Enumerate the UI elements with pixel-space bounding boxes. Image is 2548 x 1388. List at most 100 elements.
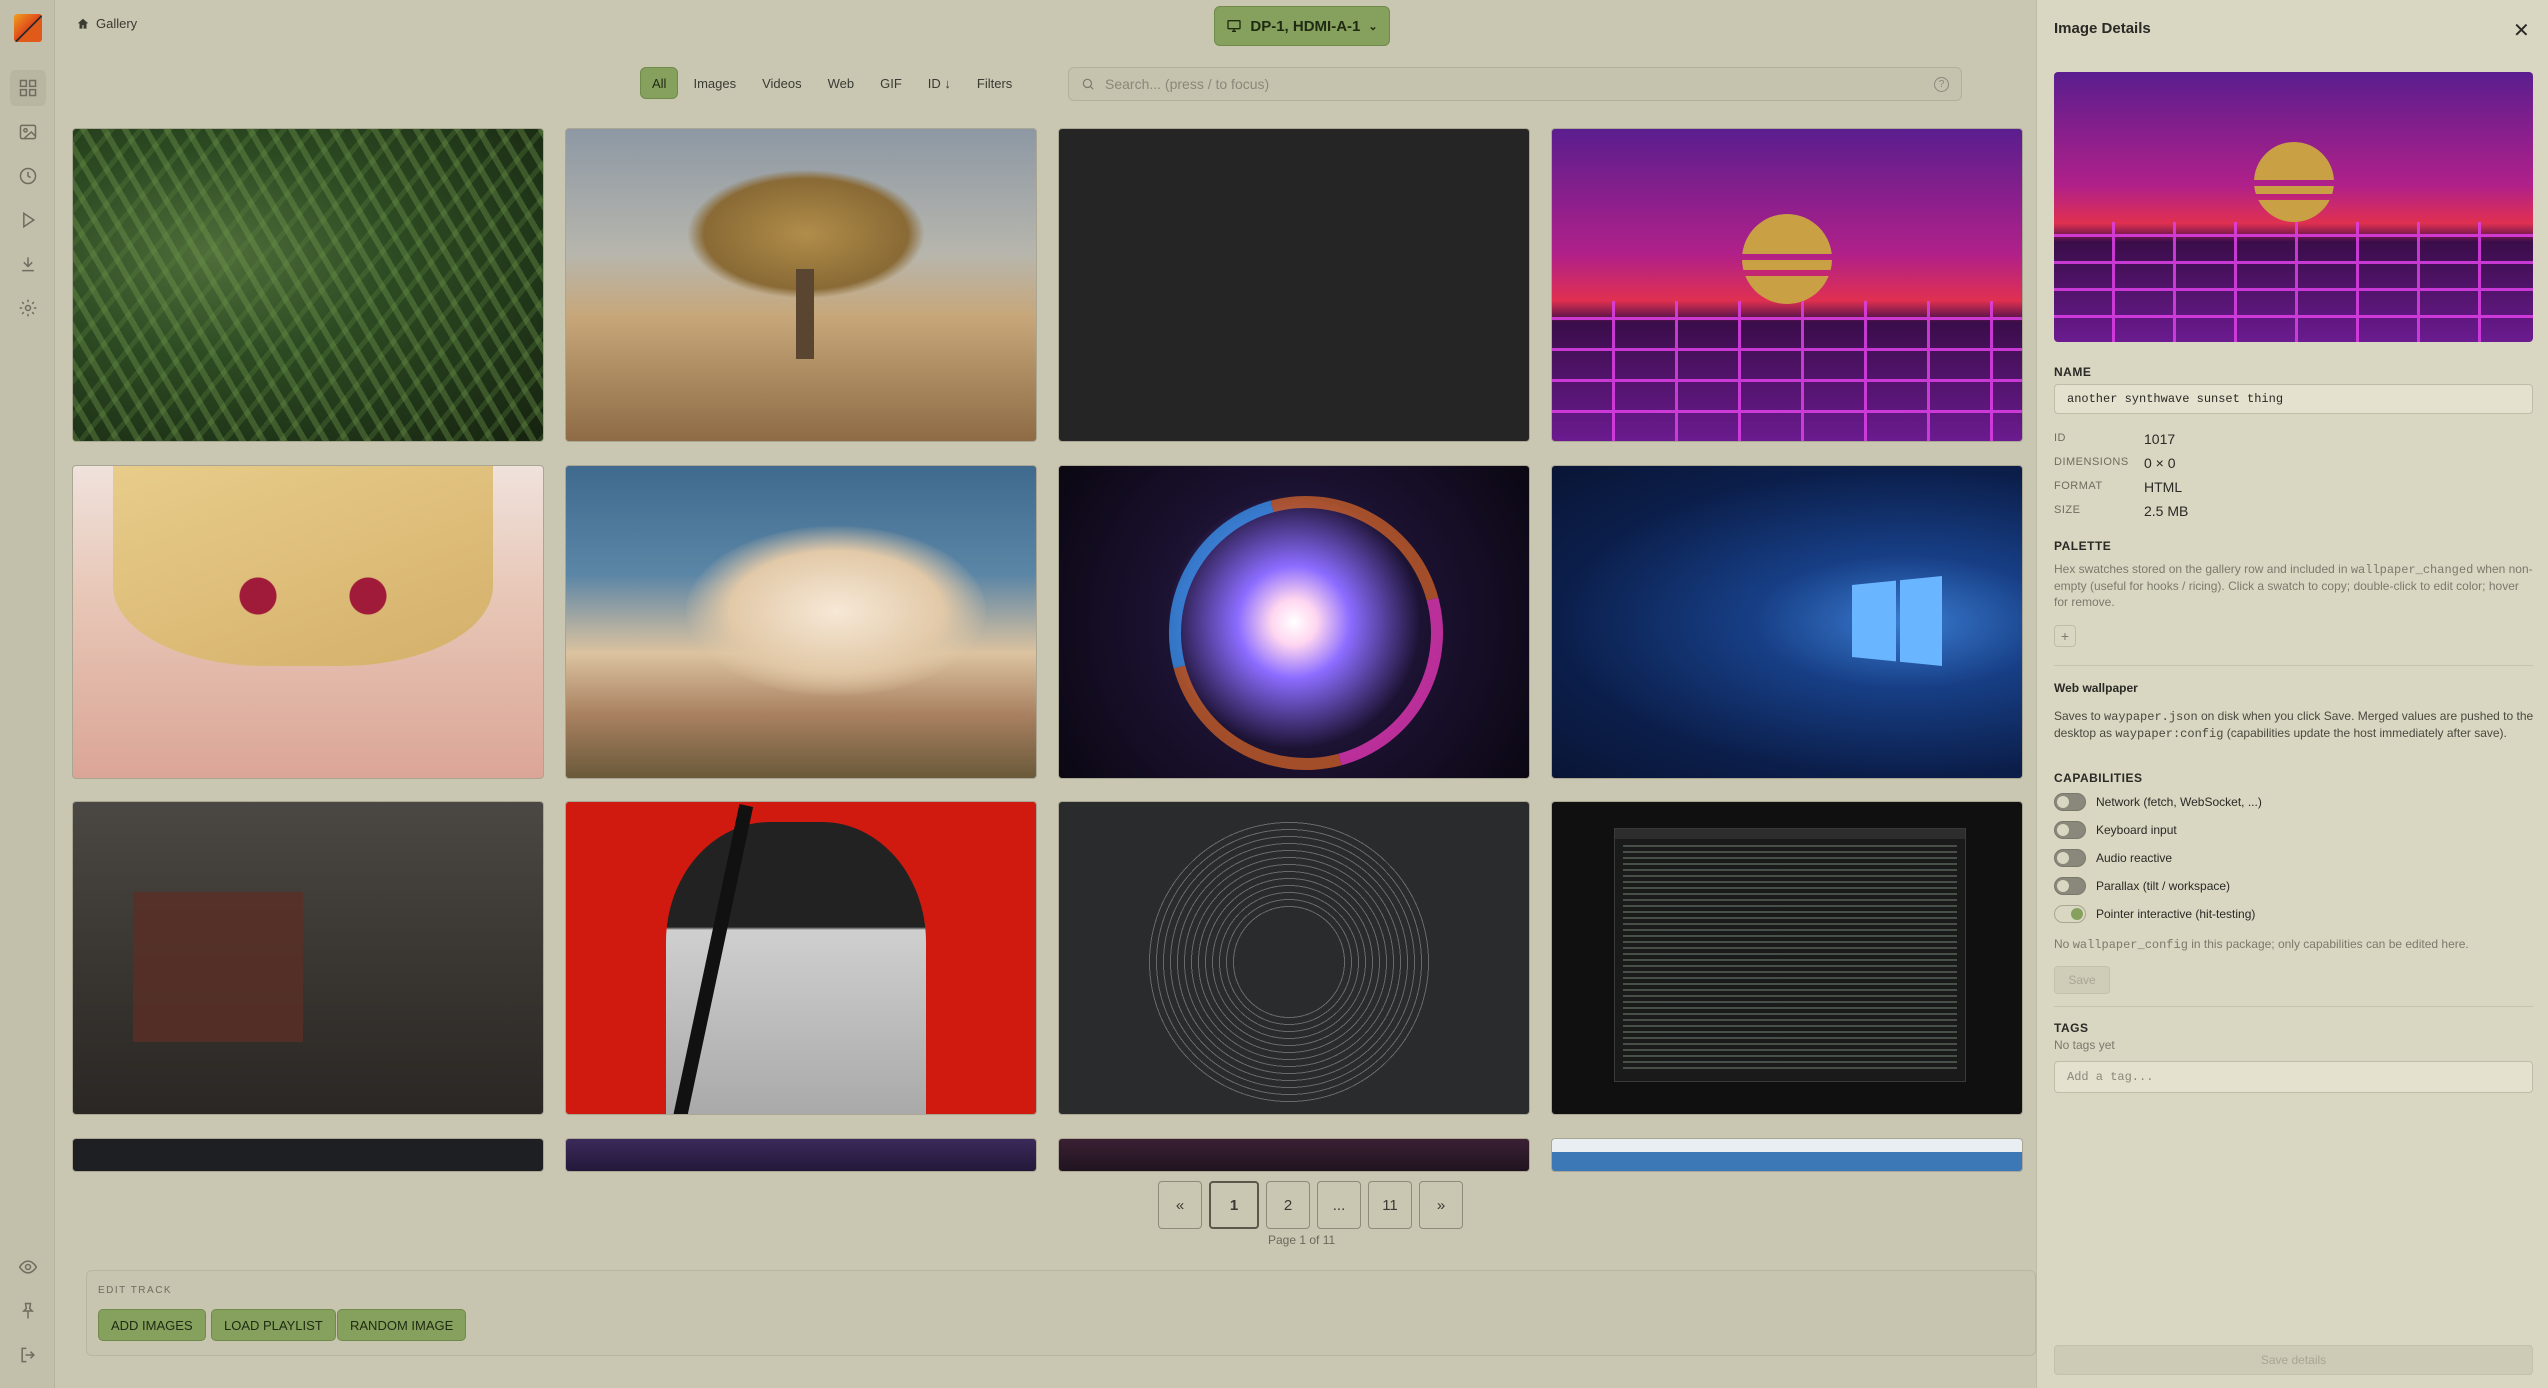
image-preview [2054, 72, 2533, 342]
nav-logout-button[interactable] [10, 1337, 46, 1373]
capability-pointer[interactable]: Pointer interactive (hit-testing) [2054, 905, 2255, 923]
close-icon[interactable]: ✕ [2513, 18, 2530, 43]
filters-button[interactable]: Filters [966, 67, 1023, 99]
grid-icon [19, 79, 37, 97]
capability-keyboard[interactable]: Keyboard input [2054, 821, 2177, 839]
gallery-tile[interactable] [72, 465, 544, 779]
grid-graphic [1552, 301, 2022, 441]
nav-download-button[interactable] [10, 246, 46, 282]
nav-preview-button[interactable] [10, 1249, 46, 1285]
divider [2054, 1006, 2533, 1007]
page-info: Page 1 of 11 [1268, 1233, 1336, 1247]
gallery-tile[interactable] [1551, 128, 2023, 442]
add-images-button[interactable]: ADD IMAGES [98, 1309, 206, 1341]
download-icon [22, 257, 34, 272]
toggle-switch[interactable] [2054, 905, 2086, 923]
tags-empty-text: No tags yet [2054, 1038, 2115, 1052]
add-swatch-button[interactable]: + [2054, 625, 2076, 647]
gallery-tile[interactable] [565, 465, 1037, 779]
gallery-tile[interactable] [1058, 465, 1530, 779]
filter-all[interactable]: All [640, 67, 679, 99]
panel-title: Image Details [2054, 20, 2151, 37]
load-playlist-button[interactable]: LOAD PLAYLIST [211, 1309, 336, 1341]
capability-label: Network (fetch, WebSocket, ...) [2096, 795, 2262, 809]
toggle-switch[interactable] [2054, 821, 2086, 839]
sort-id[interactable]: ID ↓ [917, 67, 962, 99]
dimensions-value: 0 × 0 [2144, 455, 2176, 471]
tag-input[interactable] [2054, 1061, 2533, 1093]
toggle-switch[interactable] [2054, 877, 2086, 895]
gallery-tile[interactable] [1058, 801, 1530, 1115]
size-value: 2.5 MB [2144, 503, 2189, 519]
gallery-tile[interactable] [72, 128, 544, 442]
format-value: HTML [2144, 479, 2183, 495]
gallery-tile[interactable] [1058, 128, 1530, 442]
gallery-tile[interactable] [72, 801, 544, 1115]
random-image-button[interactable]: RANDOM IMAGE [337, 1309, 467, 1341]
edit-track-label: EDIT TRACK [98, 1285, 173, 1296]
gallery-tile[interactable] [565, 128, 1037, 442]
toggle-switch[interactable] [2054, 849, 2086, 867]
edit-track-bar: EDIT TRACK ADD IMAGES LOAD PLAYLIST RAND… [86, 1270, 2036, 1356]
brush-stroke-graphic [672, 804, 754, 1114]
filter-web[interactable]: Web [817, 67, 866, 99]
gallery-tile[interactable] [1551, 465, 2023, 779]
sun-graphic [2254, 142, 2334, 222]
tags-label: TAGS [2054, 1021, 2089, 1035]
web-wallpaper-title: Web wallpaper [2054, 681, 2138, 695]
capability-audio[interactable]: Audio reactive [2054, 849, 2172, 867]
image-icon [19, 124, 37, 140]
gear-icon [19, 299, 37, 317]
filter-images[interactable]: Images [682, 67, 747, 99]
breadcrumb-label: Gallery [96, 16, 138, 31]
home-icon [77, 18, 89, 29]
next-page-button[interactable]: » [1419, 1181, 1463, 1229]
nav-settings-button[interactable] [10, 290, 46, 326]
capability-label: Parallax (tilt / workspace) [2096, 879, 2231, 893]
palette-label: PALETTE [2054, 539, 2112, 553]
gallery-tile[interactable] [72, 1138, 544, 1172]
nav-playlist-button[interactable] [10, 202, 46, 238]
help-icon[interactable]: ? [1934, 76, 1949, 92]
filter-bar: All Images Videos Web GIF ID ↓ Filters [640, 67, 1023, 99]
web-wallpaper-description: Saves to waypaper.json on disk when you … [2054, 709, 2534, 741]
filter-gif[interactable]: GIF [869, 67, 913, 99]
config-note: No wallpaper_config in this package; onl… [2054, 937, 2469, 952]
toggle-switch[interactable] [2054, 793, 2086, 811]
logout-icon [21, 1347, 35, 1363]
app-logo [14, 14, 42, 42]
capabilities-label: CAPABILITIES [2054, 771, 2143, 785]
page-button-2[interactable]: 2 [1266, 1181, 1310, 1229]
name-field[interactable] [2054, 384, 2533, 414]
size-key: SIZE [2054, 504, 2081, 516]
gallery-tile[interactable] [565, 801, 1037, 1115]
prev-page-button[interactable]: « [1158, 1181, 1202, 1229]
capability-label: Audio reactive [2096, 851, 2173, 865]
pagination: « 1 2 ... 11 » [1158, 1181, 1463, 1229]
gallery-tile[interactable] [1551, 1138, 2023, 1172]
capability-label: Keyboard input [2096, 823, 2177, 837]
search-input[interactable] [1105, 76, 1924, 92]
filter-videos[interactable]: Videos [751, 67, 813, 99]
breadcrumb[interactable]: Gallery [76, 16, 137, 31]
play-icon [23, 211, 36, 229]
page-button-11[interactable]: 11 [1368, 1181, 1412, 1229]
save-button[interactable]: Save [2054, 966, 2110, 994]
monitor-selector-button[interactable]: DP-1, HDMI-A-1 ⌄ [1214, 6, 1390, 46]
gallery-tile[interactable] [565, 1138, 1037, 1172]
monitor-icon [1227, 20, 1242, 32]
save-details-button[interactable]: Save details [2054, 1345, 2533, 1375]
gallery-tile[interactable] [1058, 1138, 1530, 1172]
nav-history-button[interactable] [10, 158, 46, 194]
clock-icon [19, 167, 37, 185]
page-button-1[interactable]: 1 [1209, 1181, 1259, 1229]
id-value: 1017 [2144, 431, 2176, 447]
pin-icon [22, 1302, 34, 1319]
page-ellipsis: ... [1317, 1181, 1361, 1229]
nav-gallery-button[interactable] [10, 70, 46, 106]
nav-images-button[interactable] [10, 114, 46, 150]
capability-network[interactable]: Network (fetch, WebSocket, ...) [2054, 793, 2262, 811]
capability-parallax[interactable]: Parallax (tilt / workspace) [2054, 877, 2230, 895]
gallery-tile[interactable] [1551, 801, 2023, 1115]
nav-pin-button[interactable] [10, 1293, 46, 1329]
